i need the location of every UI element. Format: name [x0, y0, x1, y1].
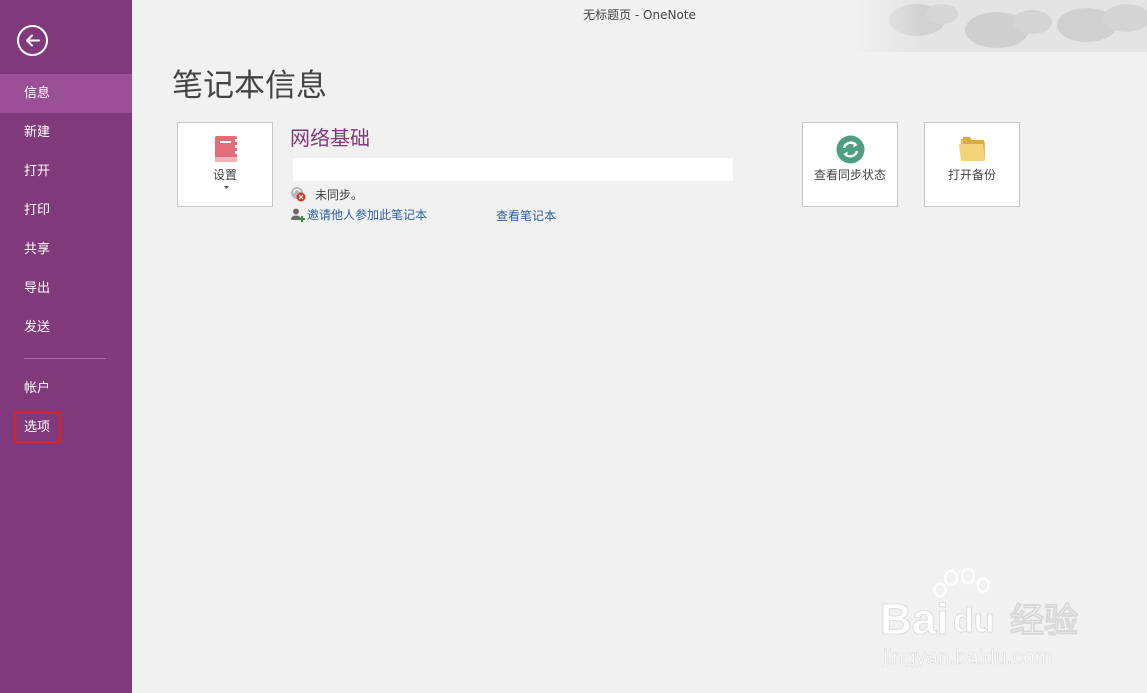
- notebook-name: 网络基础: [290, 126, 370, 150]
- sync-status-text: 未同步。: [315, 187, 364, 202]
- sync-status: 未同步。: [290, 185, 363, 203]
- sidebar-item-open[interactable]: 打开: [0, 152, 132, 191]
- not-synced-icon: [291, 186, 306, 201]
- chevron-down-icon: [224, 186, 229, 189]
- sidebar-item-options[interactable]: 选项: [0, 408, 132, 447]
- sidebar-item-export[interactable]: 导出: [0, 269, 132, 308]
- sync-icon: [836, 135, 865, 164]
- sidebar-item-new[interactable]: 新建: [0, 113, 132, 152]
- sidebar-item-account[interactable]: 帐户: [0, 369, 132, 408]
- notebook-path-field[interactable]: [293, 158, 733, 181]
- watermark-url: jingyan.baidu.com: [882, 646, 1052, 668]
- invite-link-text: 邀请他人参加此笔记本: [307, 208, 428, 222]
- settings-button[interactable]: 设置: [177, 122, 273, 207]
- open-backup-label: 打开备份: [947, 168, 996, 182]
- view-sync-status-label: 查看同步状态: [813, 168, 886, 182]
- baidu-jingyan-watermark: Bai du 经验 jingyan.baidu.com: [880, 568, 1078, 668]
- page-title: 笔记本信息: [172, 68, 327, 104]
- back-button[interactable]: [17, 25, 48, 56]
- watermark-cn: 经验: [1010, 601, 1078, 640]
- invite-link[interactable]: 邀请他人参加此笔记本: [290, 206, 427, 223]
- watermark-brand-du: du: [953, 602, 995, 640]
- settings-label: 设置: [212, 168, 237, 182]
- title-decoration: [847, 0, 1147, 52]
- view-sync-status-button[interactable]: 查看同步状态: [802, 122, 898, 207]
- onenote-backstage: 信息 新建 打开 打印 共享 导出 发送 帐户 选项 无标题页 - OneNot…: [0, 0, 1147, 693]
- open-backup-button[interactable]: 打开备份: [924, 122, 1020, 207]
- sidebar-item-share[interactable]: 共享: [0, 230, 132, 269]
- watermark-brand: Bai: [880, 595, 948, 644]
- folder-icon: [959, 137, 985, 161]
- arrow-left-icon: [26, 34, 40, 47]
- add-person-icon: [291, 208, 305, 222]
- notebook-icon: [215, 136, 238, 162]
- backstage-sidebar: 信息 新建 打开 打印 共享 导出 发送 帐户 选项: [0, 0, 132, 693]
- view-notebook-link[interactable]: 查看笔记本: [496, 207, 556, 224]
- sidebar-divider: [24, 358, 106, 359]
- sidebar-item-send[interactable]: 发送: [0, 308, 132, 347]
- sidebar-item-info[interactable]: 信息: [0, 74, 132, 113]
- sidebar-item-print[interactable]: 打印: [0, 191, 132, 230]
